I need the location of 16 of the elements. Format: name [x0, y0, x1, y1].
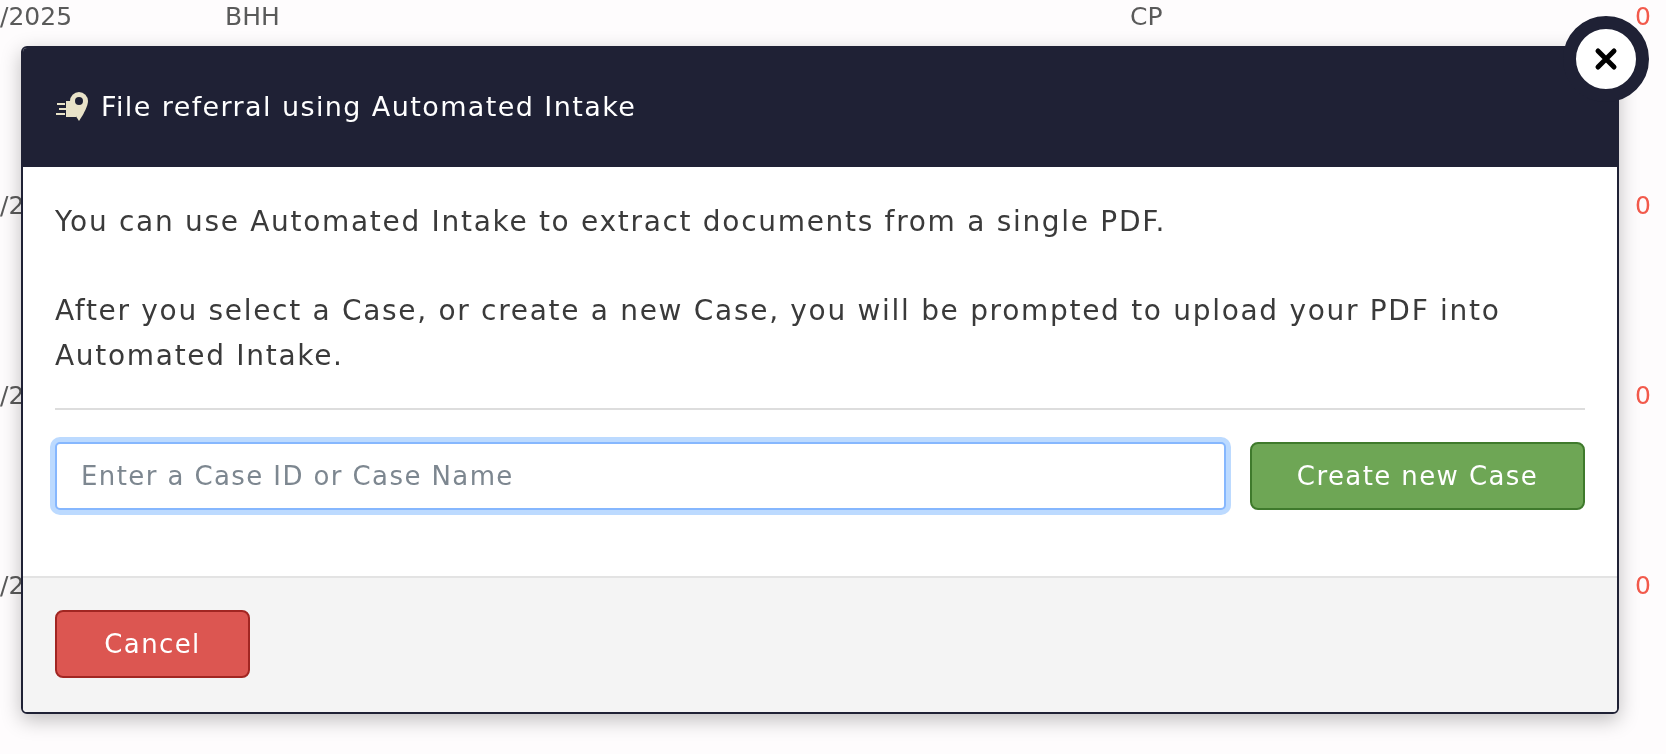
close-icon: [1594, 47, 1618, 71]
table-cell-text: 0: [1635, 1, 1651, 33]
table-cell-text: /2: [0, 190, 25, 222]
table-cell-text: /2025: [0, 1, 73, 33]
table-cell-text: /2: [0, 380, 25, 412]
cancel-button[interactable]: Cancel: [55, 610, 250, 678]
modal-title: File referral using Automated Intake: [101, 90, 637, 125]
table-cell-text: /2: [0, 570, 25, 602]
modal-text: You can use Automated Intake to extract documents from a single PDF.: [55, 204, 1168, 240]
table-cell-text: 0: [1635, 380, 1651, 412]
table-cell-text: CP: [1130, 1, 1163, 33]
modal-text: After you select a Case, or create a new Case, you will be prompted to upload your PDF into Automated Intake.: [55, 293, 1502, 374]
table-cell-text: BHH: [225, 1, 280, 33]
table-cell-text: 0: [1635, 190, 1651, 222]
table-cell-text: 0: [1635, 570, 1651, 602]
create-case-button[interactable]: Create new Case: [1250, 442, 1585, 510]
